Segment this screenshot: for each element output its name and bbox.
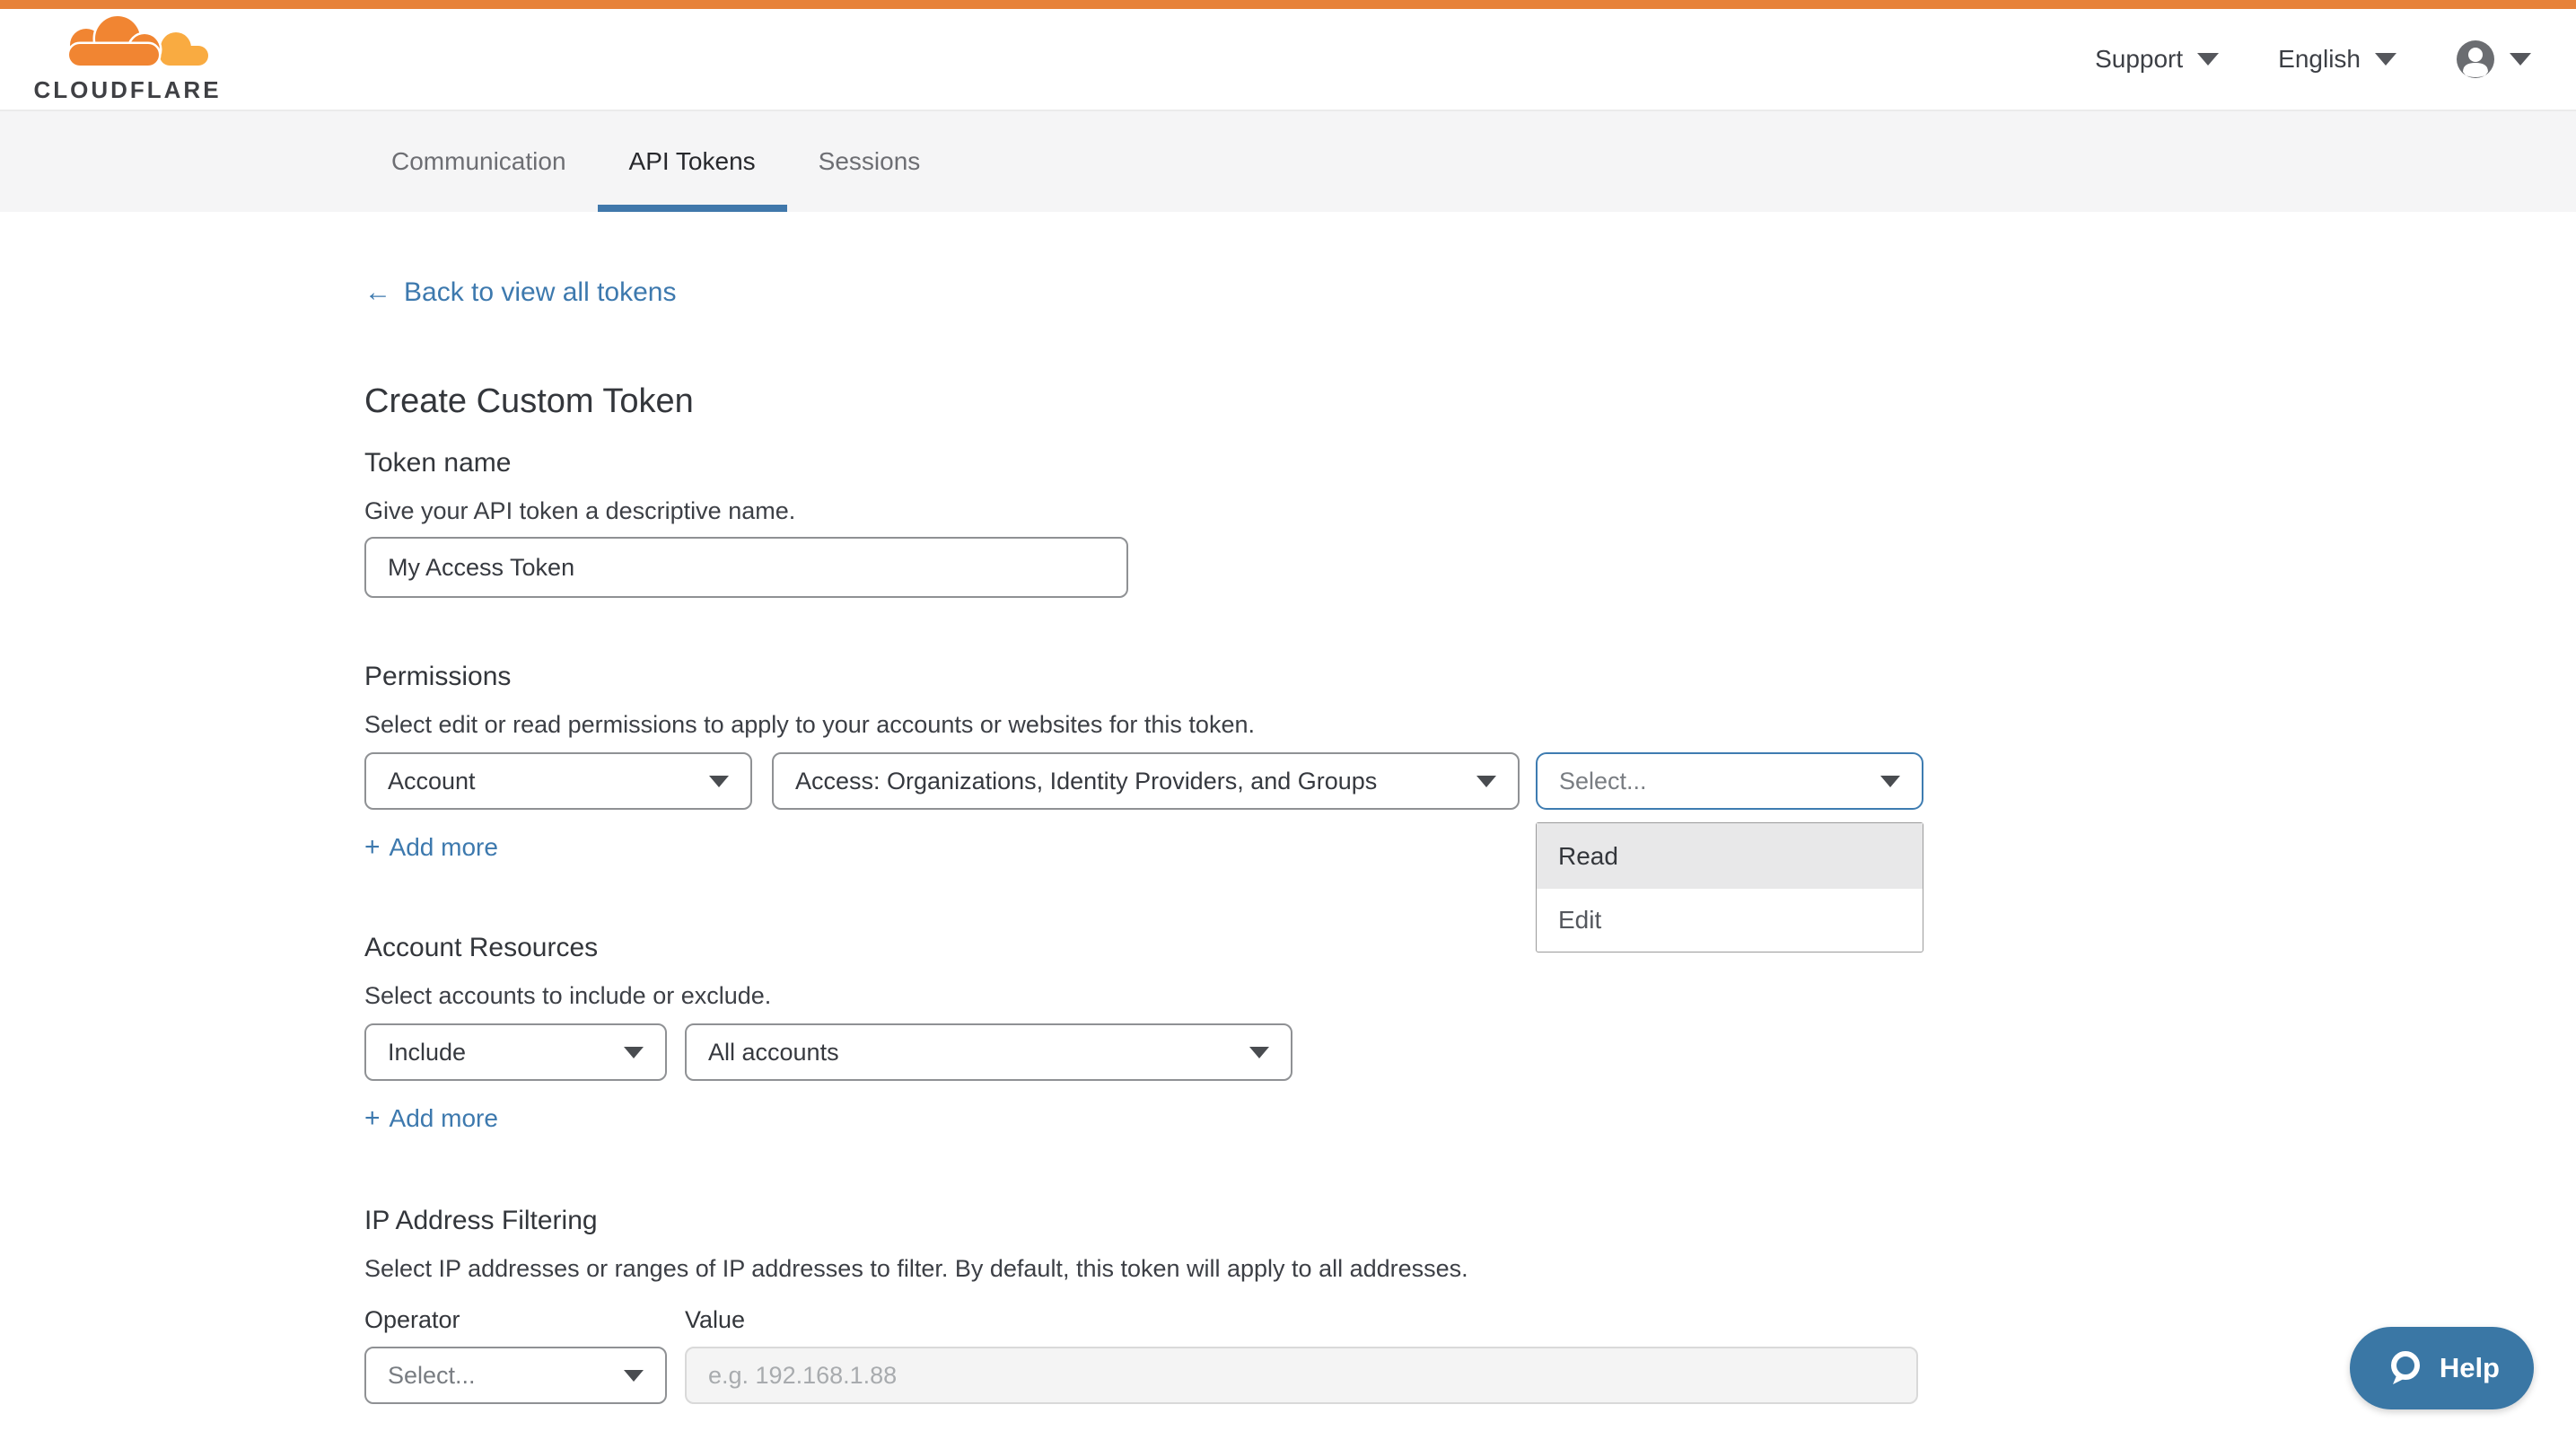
- header-actions: Support English: [2095, 40, 2531, 79]
- resource-accounts-select[interactable]: All accounts: [685, 1023, 1292, 1081]
- profile-tabs: Communication API Tokens Sessions: [0, 111, 2576, 212]
- permission-scope-select[interactable]: Account: [364, 752, 752, 810]
- chevron-down-icon: [624, 1370, 644, 1382]
- language-menu-button[interactable]: English: [2278, 45, 2396, 74]
- cloudflare-cloud-icon: [32, 15, 223, 75]
- chevron-down-icon: [1476, 776, 1496, 787]
- brand-name: CLOUDFLARE: [33, 76, 221, 104]
- chevron-down-icon: [1880, 776, 1900, 787]
- menu-option-label: Read: [1558, 842, 1618, 871]
- user-avatar-icon: [2456, 40, 2495, 79]
- menu-option-label: Edit: [1558, 906, 1601, 935]
- add-permission-link[interactable]: + Add more: [364, 833, 498, 862]
- support-menu-button[interactable]: Support: [2095, 45, 2219, 74]
- ip-operator-placeholder: Select...: [388, 1362, 476, 1390]
- permission-level-select-wrap: Select... Read Edit: [1536, 752, 1923, 810]
- permissions-description: Select edit or read permissions to apply…: [364, 709, 2576, 740]
- account-resources-section: Account Resources Select accounts to inc…: [364, 932, 2576, 1133]
- add-more-label: Add more: [390, 1104, 498, 1133]
- menu-option-edit[interactable]: Edit: [1537, 889, 1923, 952]
- help-button[interactable]: Help: [2350, 1327, 2534, 1409]
- ip-filtering-field-labels: Operator Value: [364, 1305, 2576, 1334]
- permission-resource-value: Access: Organizations, Identity Provider…: [795, 768, 1377, 795]
- token-name-section: Token name Give your API token a descrip…: [364, 447, 2576, 598]
- add-account-resource-link[interactable]: + Add more: [364, 1104, 498, 1133]
- chevron-down-icon: [2197, 53, 2219, 66]
- permission-scope-value: Account: [388, 768, 476, 795]
- ip-filtering-description: Select IP addresses or ranges of IP addr…: [364, 1253, 2576, 1284]
- permissions-section: Permissions Select edit or read permissi…: [364, 661, 2576, 862]
- chevron-down-icon: [2510, 53, 2531, 66]
- tab-label: Communication: [391, 147, 566, 176]
- permission-resource-select[interactable]: Access: Organizations, Identity Provider…: [772, 752, 1520, 810]
- help-button-label: Help: [2440, 1352, 2500, 1384]
- main-content: ← Back to view all tokens Create Custom …: [0, 212, 2576, 1404]
- back-link[interactable]: ← Back to view all tokens: [364, 277, 676, 309]
- permission-level-placeholder: Select...: [1559, 768, 1647, 795]
- ip-filtering-heading: IP Address Filtering: [364, 1205, 2576, 1237]
- back-arrow-icon: ←: [364, 277, 391, 309]
- resource-mode-select[interactable]: Include: [364, 1023, 667, 1081]
- plus-icon: +: [364, 833, 381, 862]
- tab-api-tokens[interactable]: API Tokens: [598, 111, 787, 212]
- account-menu-button[interactable]: [2456, 40, 2531, 79]
- account-resources-row: Include All accounts: [364, 1023, 2576, 1081]
- chevron-down-icon: [709, 776, 729, 787]
- chat-bubble-icon: [2384, 1348, 2425, 1389]
- tab-sessions[interactable]: Sessions: [787, 111, 952, 212]
- cloudflare-logo[interactable]: CLOUDFLARE: [32, 15, 223, 104]
- language-menu-label: English: [2278, 45, 2361, 74]
- ip-value-input[interactable]: [685, 1347, 1918, 1404]
- header: CLOUDFLARE Support English: [0, 9, 2576, 111]
- resource-mode-value: Include: [388, 1039, 466, 1067]
- token-name-input[interactable]: [364, 537, 1128, 598]
- page-title: Create Custom Token: [364, 381, 2576, 422]
- permissions-heading: Permissions: [364, 661, 2576, 693]
- account-resources-heading: Account Resources: [364, 932, 2576, 964]
- menu-option-read[interactable]: Read: [1537, 823, 1923, 889]
- tab-label: API Tokens: [629, 147, 756, 176]
- chevron-down-icon: [1249, 1047, 1269, 1058]
- support-menu-label: Support: [2095, 45, 2183, 74]
- resource-accounts-value: All accounts: [708, 1039, 839, 1067]
- operator-label: Operator: [364, 1305, 685, 1334]
- chevron-down-icon: [2375, 53, 2396, 66]
- tab-communication[interactable]: Communication: [360, 111, 598, 212]
- permissions-row: Account Access: Organizations, Identity …: [364, 752, 2576, 810]
- plus-icon: +: [364, 1104, 381, 1133]
- permission-level-menu: Read Edit: [1536, 822, 1923, 953]
- token-name-description: Give your API token a descriptive name.: [364, 496, 2576, 526]
- back-link-label: Back to view all tokens: [404, 277, 676, 309]
- account-resources-description: Select accounts to include or exclude.: [364, 980, 2576, 1011]
- value-label: Value: [685, 1305, 745, 1334]
- brand-accent-bar: [0, 0, 2576, 9]
- permission-level-select[interactable]: Select...: [1536, 752, 1923, 810]
- token-name-heading: Token name: [364, 447, 2576, 479]
- ip-filtering-section: IP Address Filtering Select IP addresses…: [364, 1205, 2576, 1404]
- tab-label: Sessions: [819, 147, 921, 176]
- ip-operator-select[interactable]: Select...: [364, 1347, 667, 1404]
- ip-filtering-row: Select...: [364, 1347, 2576, 1404]
- chevron-down-icon: [624, 1047, 644, 1058]
- add-more-label: Add more: [390, 833, 498, 862]
